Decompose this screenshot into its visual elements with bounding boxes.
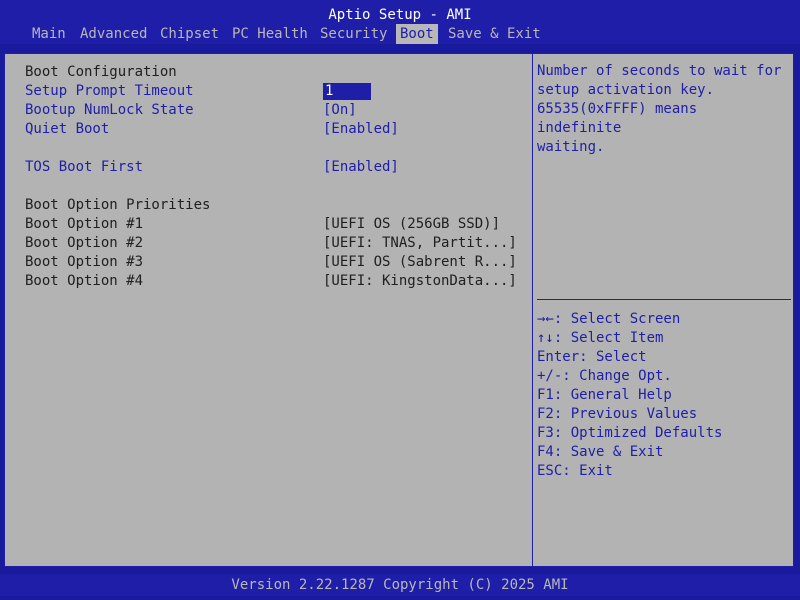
tab-security[interactable]: Security: [316, 24, 391, 44]
key-general-help: F1: General Help: [537, 387, 672, 403]
boot-option-4-label: Boot Option #4: [25, 273, 144, 289]
bootup-numlock-label[interactable]: Bootup NumLock State: [25, 101, 194, 120]
key-select-item: ↑↓: Select Item: [537, 330, 664, 346]
tab-pc-health[interactable]: PC Health: [228, 24, 312, 44]
key-change-opt: +/-: Change Opt.: [537, 368, 672, 384]
setup-prompt-timeout-value[interactable]: 1: [323, 83, 371, 100]
key-select-screen: →←: Select Screen: [537, 311, 681, 327]
section-boot-configuration: Boot Configuration: [25, 64, 177, 80]
boot-option-3-value[interactable]: [UEFI OS (Sabrent R...]: [323, 253, 517, 272]
tos-boot-first-value[interactable]: [Enabled]: [323, 158, 399, 177]
boot-option-4-value[interactable]: [UEFI: KingstonData...]: [323, 272, 517, 291]
key-esc-exit: ESC: Exit: [537, 463, 613, 479]
bootup-numlock-value[interactable]: [On]: [323, 101, 357, 120]
tos-boot-first-label[interactable]: TOS Boot First: [25, 158, 143, 177]
boot-option-1-label: Boot Option #1: [25, 216, 144, 232]
boot-option-1-value[interactable]: [UEFI OS (256GB SSD)]: [323, 215, 500, 234]
key-enter-select: Enter: Select: [537, 349, 647, 365]
setup-prompt-timeout-label[interactable]: Setup Prompt Timeout: [25, 82, 194, 101]
boot-option-2-label: Boot Option #2: [25, 235, 144, 251]
setup-panel: Boot Configuration Setup Prompt Timeout …: [4, 53, 794, 567]
quiet-boot-label[interactable]: Quiet Boot: [25, 120, 109, 139]
panel-divider: [532, 54, 533, 566]
tab-chipset[interactable]: Chipset: [156, 24, 223, 44]
help-divider: [537, 299, 791, 300]
key-save-exit: F4: Save & Exit: [537, 444, 664, 460]
boot-option-3-label: Boot Option #3: [25, 254, 144, 270]
section-boot-option-priorities: Boot Option Priorities: [25, 197, 211, 213]
boot-option-2-value[interactable]: [UEFI: TNAS, Partit...]: [323, 234, 517, 253]
tab-bar: Main Advanced Chipset PC Health Security…: [0, 24, 800, 44]
version-footer: Version 2.22.1287 Copyright (C) 2025 AMI: [0, 574, 800, 596]
quiet-boot-value[interactable]: [Enabled]: [323, 120, 399, 139]
tab-main[interactable]: Main: [28, 24, 70, 44]
tab-boot[interactable]: Boot: [396, 24, 438, 44]
key-optimized-defaults: F3: Optimized Defaults: [537, 425, 723, 441]
tab-advanced[interactable]: Advanced: [76, 24, 151, 44]
help-text: Number of seconds to wait for setup acti…: [537, 63, 782, 155]
key-legend: →←: Select Screen ↑↓: Select Item Enter:…: [537, 310, 787, 481]
window-title: Aptio Setup - AMI: [0, 0, 800, 25]
tab-save-exit[interactable]: Save & Exit: [444, 24, 545, 44]
key-previous-values: F2: Previous Values: [537, 406, 698, 422]
